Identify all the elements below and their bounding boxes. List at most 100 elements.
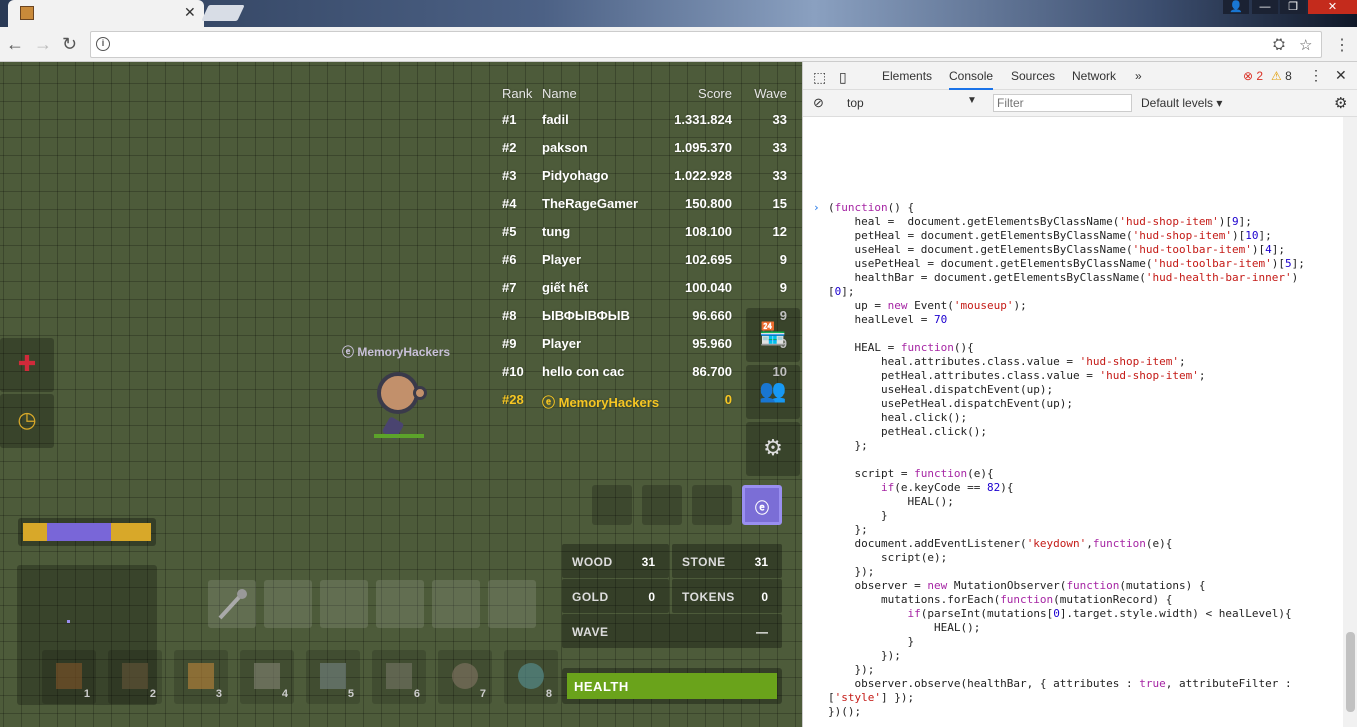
gold-label: GOLD: [572, 590, 609, 604]
toolbar-item-1[interactable]: 1: [42, 650, 96, 704]
site-info-icon[interactable]: i: [96, 37, 110, 51]
scrollbar-thumb[interactable]: [1346, 632, 1355, 712]
leaderboard-rank: #2: [502, 140, 517, 155]
maximize-button[interactable]: ❐: [1280, 0, 1306, 14]
leaderboard-score: 96.660: [692, 308, 732, 323]
xp-segment-left: [23, 523, 47, 541]
leaderboard-rank: #3: [502, 168, 517, 183]
self-name: ⓔ MemoryHackers: [542, 395, 660, 410]
toolbar-item-8[interactable]: 8: [504, 650, 558, 704]
leaderboard-rank: #5: [502, 224, 517, 239]
devtools-tabbar: ⬚ ▯ Elements Console Sources Network » ⊗…: [803, 62, 1357, 90]
more-tabs-icon[interactable]: »: [1135, 69, 1142, 83]
player-health-bar: [374, 434, 424, 438]
leaderboard-row: #2 pakson 1.095.370 33: [495, 134, 795, 162]
weapon-slot-4[interactable]: [376, 580, 424, 628]
reload-icon[interactable]: ↻: [62, 34, 77, 55]
toolbar-item-3[interactable]: 3: [174, 650, 228, 704]
stone-cell: STONE 31: [672, 544, 782, 578]
log-levels-dropdown[interactable]: Default levels ▾: [1141, 96, 1222, 110]
browser-menu-icon[interactable]: ⋮: [1334, 35, 1350, 55]
console-filter-input[interactable]: [993, 94, 1132, 112]
wave-cell: WAVE —: [562, 614, 782, 648]
leaderboard-wave: 9: [779, 252, 787, 267]
header-score: Score: [698, 86, 732, 101]
toolbar-item-5[interactable]: 5: [306, 650, 360, 704]
gold-cell: GOLD 0: [562, 579, 669, 613]
pickaxe-slot[interactable]: [208, 580, 256, 628]
devtools-close-icon[interactable]: ✕: [1335, 67, 1347, 84]
wood-cell: WOOD 31: [562, 544, 669, 578]
clear-console-icon[interactable]: ⊘: [813, 95, 824, 111]
wall-icon: [56, 663, 82, 689]
toolbar-item-4[interactable]: 4: [240, 650, 294, 704]
leaderboard-name: Pidyohago: [542, 168, 609, 183]
toolbar-item-7[interactable]: 7: [438, 650, 492, 704]
error-count-icon[interactable]: ⊗ 2: [1243, 69, 1263, 83]
toolbar-item-2[interactable]: 2: [108, 650, 162, 704]
tab-network[interactable]: Network: [1072, 69, 1116, 83]
context-dropdown-icon[interactable]: ▼: [967, 95, 977, 106]
timer-panel[interactable]: ◷: [0, 394, 54, 448]
toolbar-number: 3: [215, 688, 222, 700]
leaderboard-name: fadil: [542, 112, 569, 127]
hud-slot-active[interactable]: ⓔ: [742, 485, 782, 525]
leaderboard-score: 1.022.928: [674, 168, 732, 183]
browser-tab[interactable]: ✕: [8, 0, 204, 27]
devtools-panel: ⬚ ▯ Elements Console Sources Network » ⊗…: [802, 62, 1357, 727]
weapon-slot-5[interactable]: [432, 580, 480, 628]
console-output[interactable]: › (function() { heal = document.getEleme…: [803, 117, 1343, 727]
wood-label: WOOD: [572, 555, 613, 569]
forward-arrow-icon[interactable]: →: [34, 34, 52, 55]
toolbar-number: 6: [413, 688, 420, 700]
leaderboard-name: TheRageGamer: [542, 196, 639, 211]
address-bar[interactable]: i ⛭ ☆: [90, 31, 1322, 58]
window-close-button[interactable]: ✕: [1308, 0, 1357, 14]
warning-count-icon[interactable]: ⚠ 8: [1271, 69, 1292, 83]
leaderboard-rank: #4: [502, 196, 517, 211]
arrow-tower-icon: [254, 663, 280, 689]
context-selector[interactable]: top: [847, 96, 864, 110]
health-bar: HEALTH: [562, 668, 782, 704]
hud-slot-2[interactable]: [642, 485, 682, 525]
tab-sources[interactable]: Sources: [1011, 69, 1055, 83]
profile-icon[interactable]: 👤: [1223, 0, 1249, 14]
new-tab-button[interactable]: [201, 5, 245, 21]
tab-close-icon[interactable]: ✕: [184, 4, 196, 21]
weapon-slot-3[interactable]: [320, 580, 368, 628]
console-scrollbar[interactable]: [1343, 117, 1357, 727]
shop-button[interactable]: 🏪: [746, 308, 800, 362]
cannon-tower-icon: [320, 663, 346, 689]
wood-value: 31: [641, 555, 655, 569]
leaderboard-wave: 12: [772, 224, 787, 239]
devtools-menu-icon[interactable]: ⋮: [1309, 67, 1323, 84]
leaderboard-rank: #10: [502, 364, 524, 379]
device-toolbar-icon[interactable]: ▯: [839, 69, 847, 86]
leaderboard-rank: #7: [502, 280, 517, 295]
stone-label: STONE: [682, 555, 726, 569]
leaderboard-score: 150.800: [685, 196, 732, 211]
weapon-slot-6[interactable]: [488, 580, 536, 628]
translate-icon[interactable]: ⛭: [1273, 36, 1285, 53]
console-settings-icon[interactable]: ⚙: [1334, 94, 1347, 112]
hud-slot-3[interactable]: [692, 485, 732, 525]
hud-slot-1[interactable]: [592, 485, 632, 525]
bookmark-star-icon[interactable]: ☆: [1299, 36, 1312, 54]
toolbar-item-6[interactable]: 6: [372, 650, 426, 704]
weapon-slot-2[interactable]: [264, 580, 312, 628]
tab-console[interactable]: Console: [949, 69, 994, 90]
leaderboard-wave: 33: [772, 112, 787, 127]
heal-panel[interactable]: ✚: [0, 338, 54, 392]
party-button[interactable]: 👥: [746, 365, 800, 419]
leaderboard-row: #7 giết hết 100.040 9: [495, 274, 795, 302]
leaderboard-rank: #9: [502, 336, 517, 351]
tab-elements[interactable]: Elements: [882, 69, 932, 83]
toolbar-number: 8: [545, 688, 552, 700]
inspect-element-icon[interactable]: ⬚: [813, 69, 826, 86]
minimize-button[interactable]: —: [1252, 0, 1278, 14]
back-arrow-icon[interactable]: ←: [6, 34, 24, 55]
melee-tower-icon: [386, 663, 412, 689]
settings-button[interactable]: ⚙: [746, 422, 800, 476]
game-canvas[interactable]: Rank Name Score Wave #1 fadil 1.331.824 33 #…: [0, 62, 802, 727]
console-code[interactable]: (function() { heal = document.getElement…: [828, 201, 1305, 719]
